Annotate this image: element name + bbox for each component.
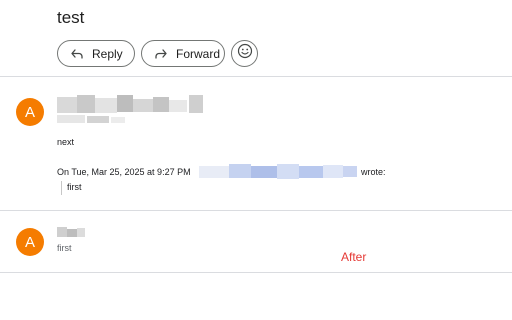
redacted-sender [57,95,207,127]
message-body: next [57,137,75,147]
quote-header-suffix: wrote: [361,167,386,177]
forward-label: Forward [176,46,221,61]
message-actions: Reply Forward [57,40,258,67]
divider [0,272,512,273]
email-subject: test [57,8,85,27]
message-snippet: first [57,243,72,253]
redacted-email-link[interactable] [199,164,359,180]
avatar[interactable]: A [16,228,44,256]
quote-header-prefix: On Tue, Mar 25, 2025 at 9:27 PM [57,167,191,177]
quote-bar [61,181,62,195]
avatar-letter: A [24,103,35,121]
redacted-sender [57,227,87,239]
annotation-label: After [341,250,367,264]
avatar[interactable]: A [16,98,44,126]
quoted-text: first [67,182,82,192]
divider [0,210,512,211]
avatar-letter: A [24,233,35,251]
reply-arrow-icon [70,47,84,61]
smiley-face-icon [237,43,253,64]
forward-button[interactable]: Forward [141,40,225,67]
forward-arrow-icon [154,47,168,61]
emoji-reaction-button[interactable] [231,40,258,67]
reply-button[interactable]: Reply [57,40,135,67]
reply-label: Reply [92,46,123,61]
divider [0,76,512,77]
